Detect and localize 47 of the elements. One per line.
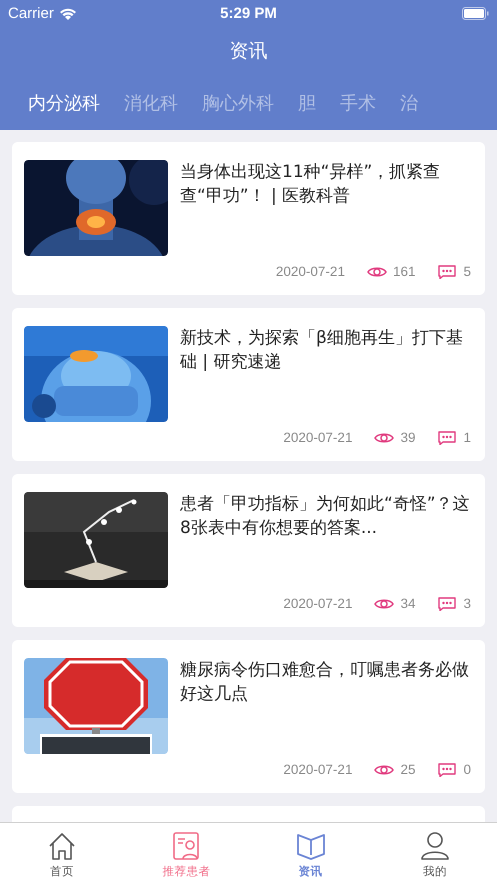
article-title: 当身体出现这11种“异样”，抓紧查查“甲功”！ | 医教科普 <box>180 161 442 208</box>
comment-count: 1 <box>463 430 471 445</box>
comment-icon <box>437 430 458 444</box>
category-tab[interactable]: 胆 <box>286 91 328 115</box>
view-count: 34 <box>400 596 416 611</box>
clock-time: 5:29 PM <box>220 4 277 22</box>
tab-bar-item[interactable]: 资讯 <box>248 823 373 883</box>
battery-icon <box>462 6 489 20</box>
comment-icon <box>437 762 458 776</box>
tab-bar-item[interactable]: 推荐患者 <box>124 823 248 883</box>
article-title: 糖尿病令伤口难愈合，叮嘱患者务必做好这几点 <box>180 659 470 706</box>
person-icon <box>420 831 450 861</box>
article-card[interactable]: 糖尿病令伤口难愈合，叮嘱患者务必做好这几点 2020-07-21 25 0 <box>12 640 485 793</box>
view-count: 39 <box>400 430 416 445</box>
publish-date: 2020-07-21 <box>283 430 352 445</box>
tab-bar-item[interactable]: 我的 <box>372 823 497 883</box>
category-tab[interactable]: 胸心外科 <box>190 91 286 115</box>
category-tab[interactable]: 手术 <box>328 91 388 115</box>
eye-icon <box>374 764 394 776</box>
category-tab[interactable]: 内分泌科 <box>16 91 112 115</box>
view-count: 25 <box>400 762 416 777</box>
publish-date: 2020-07-21 <box>283 596 352 611</box>
article-card[interactable]: 当身体出现这11种“异样”，抓紧查查“甲功”！ | 医教科普 2020-07-21 161 5 <box>12 142 485 295</box>
comment-icon <box>437 596 458 610</box>
article-title: 新技术，为探索「β细胞再生」打下基础 | 研究速递 <box>180 327 464 374</box>
profile-card-icon <box>171 831 202 861</box>
article-card[interactable]: 患者「甲功指标」为何如此“奇怪”？这8张表中有你想要的答案... 2020-07-21 34 3 <box>12 474 485 627</box>
home-icon <box>47 831 78 861</box>
wifi-icon <box>58 6 77 20</box>
page-title: 资讯 <box>230 39 268 64</box>
publish-date: 2020-07-21 <box>276 264 345 279</box>
eye-icon <box>374 432 394 444</box>
category-tab[interactable]: 治 <box>388 91 430 115</box>
category-tab[interactable]: 消化科 <box>112 91 190 115</box>
book-icon <box>296 831 326 861</box>
eye-icon <box>374 598 394 610</box>
comment-count: 3 <box>463 596 471 611</box>
publish-date: 2020-07-21 <box>283 762 352 777</box>
view-count: 161 <box>392 264 416 279</box>
article-title: 患者「甲功指标」为何如此“奇怪”？这8张表中有你想要的答案... <box>180 493 471 540</box>
comment-count: 5 <box>463 264 471 279</box>
comment-count: 0 <box>463 762 471 777</box>
carrier-label: Carrier <box>8 4 54 22</box>
article-card[interactable]: 新技术，为探索「β细胞再生」打下基础 | 研究速递 2020-07-21 39 1 <box>12 308 485 461</box>
comment-icon <box>437 264 458 278</box>
eye-icon <box>366 266 387 278</box>
tab-bar-item[interactable]: 首页 <box>0 823 124 883</box>
